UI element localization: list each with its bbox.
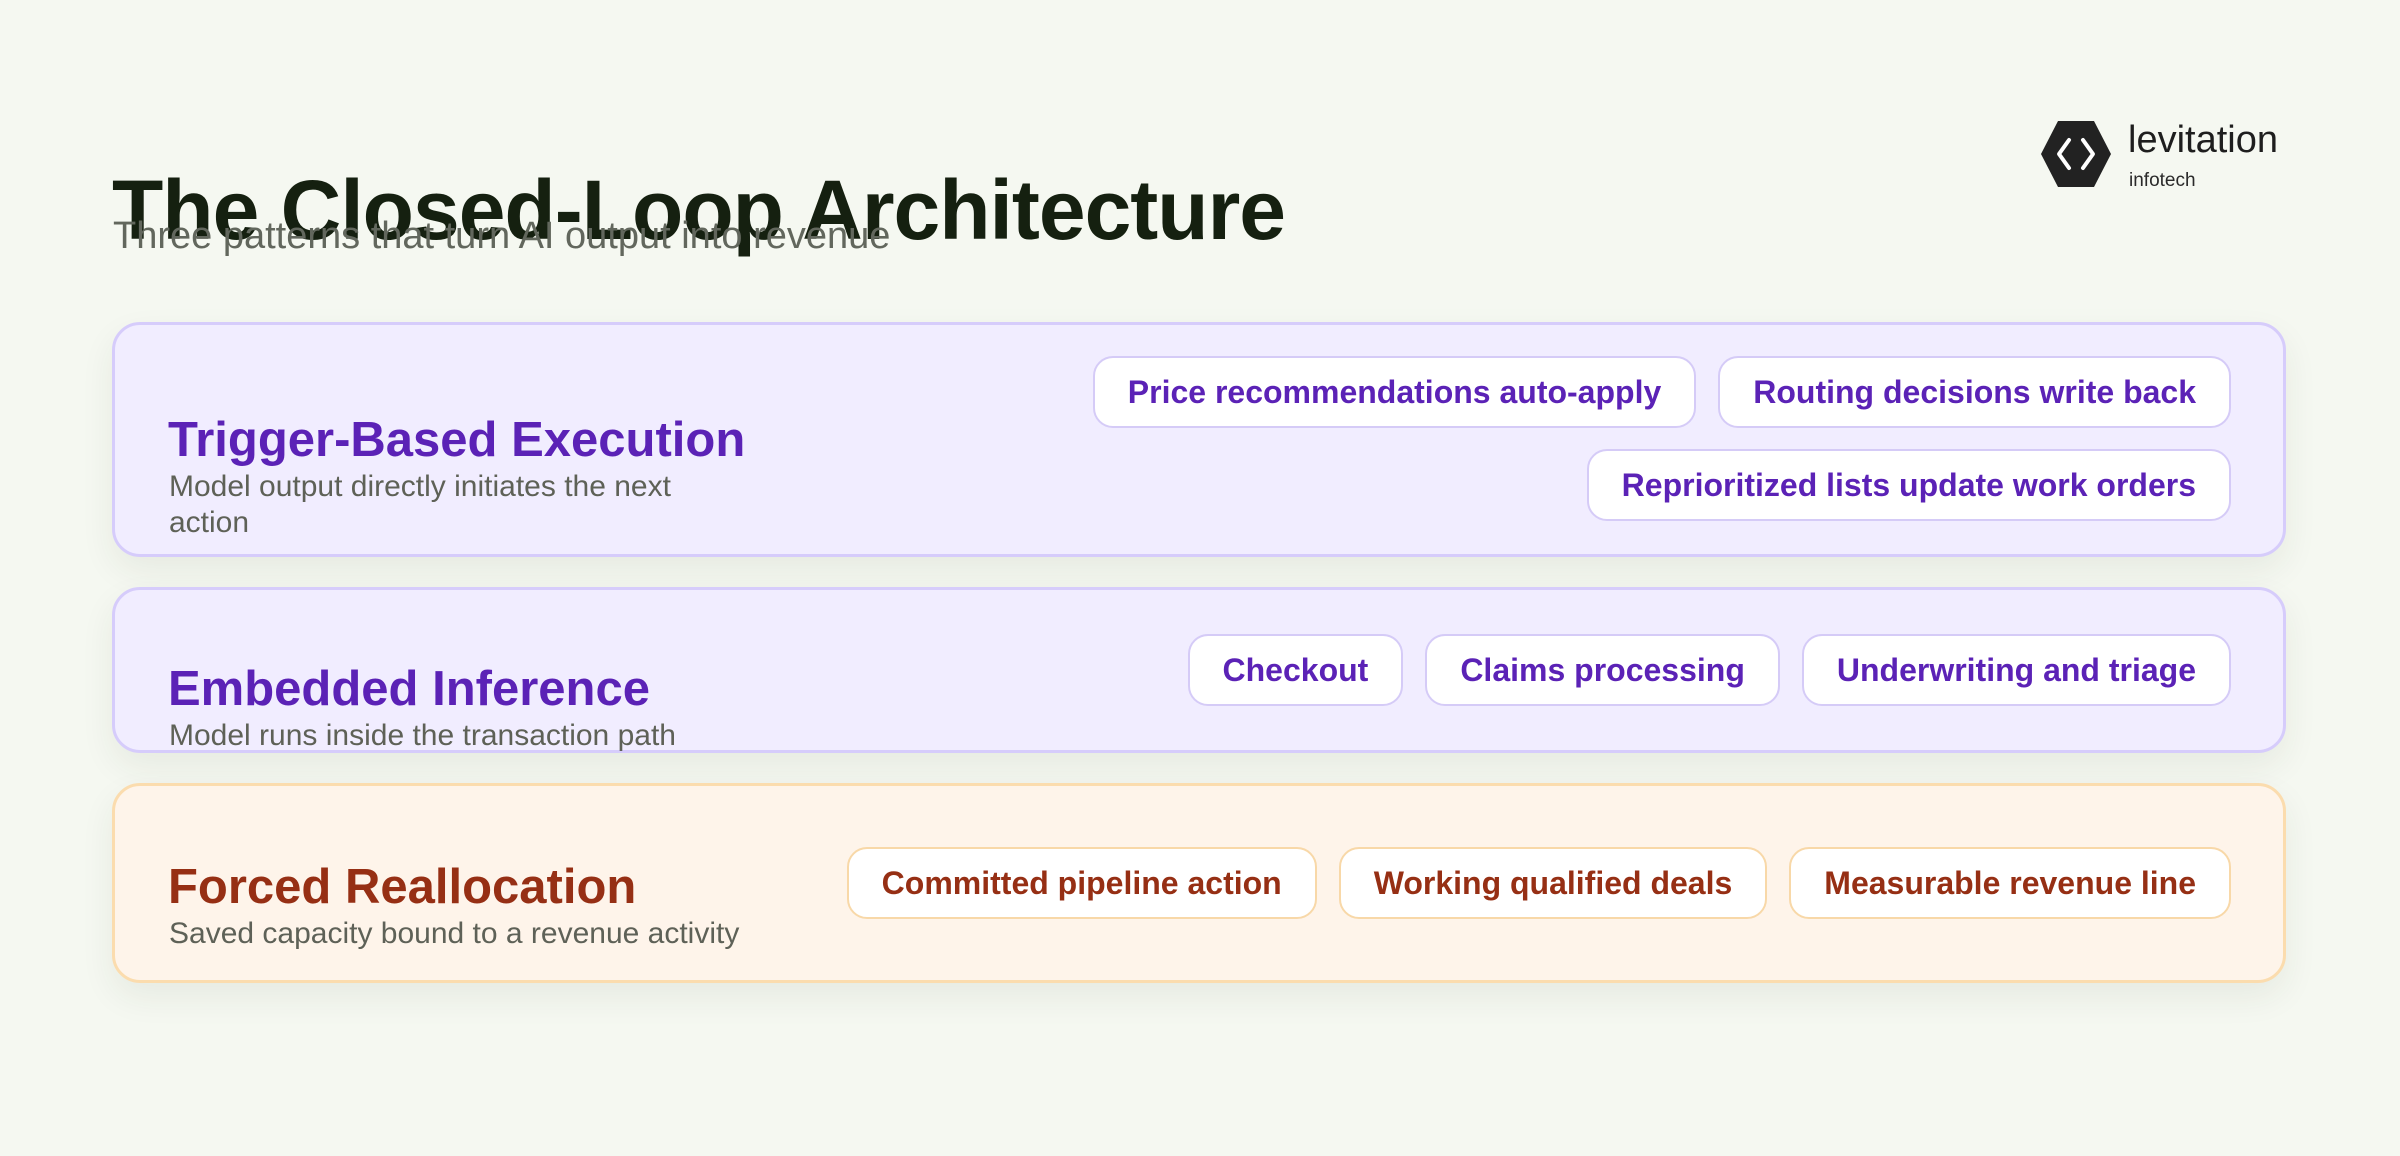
brand-logo: levitation infotech [2040,118,2300,198]
tag-row: Reprioritized lists update work orders [1586,449,2231,521]
pattern-tag: Claims processing [1425,634,1780,706]
pattern-tag: Committed pipeline action [846,847,1317,919]
brand-tagline: infotech [2129,170,2196,191]
pattern-card-trigger-based-execution: Trigger-Based Execution Model output dir… [112,322,2286,557]
pattern-tag: Routing decisions write back [1718,356,2231,428]
pattern-tag: Working qualified deals [1338,847,1768,919]
pattern-description: Model runs inside the transaction path [169,719,676,752]
tag-row: Committed pipeline action Working qualif… [846,847,2231,919]
pattern-title: Forced Reallocation [168,859,637,914]
pattern-tag: Underwriting and triage [1801,634,2231,706]
pattern-tag: Checkout [1187,634,1404,706]
pattern-tags: Committed pipeline action Working qualif… [846,847,2231,919]
pattern-card-forced-reallocation: Forced Reallocation Saved capacity bound… [112,783,2286,983]
pattern-tags: Price recommendations auto-apply Routing… [1092,356,2231,521]
hexagon-code-brackets-icon [2041,121,2111,187]
pattern-card-embedded-inference: Embedded Inference Model runs inside the… [112,587,2286,753]
pattern-description: Model output directly initiates the next… [169,470,671,539]
pattern-title: Trigger-Based Execution [168,412,746,467]
pattern-tag: Measurable revenue line [1789,847,2231,919]
pattern-tags: Checkout Claims processing Underwriting … [1187,634,2231,706]
tag-row: Price recommendations auto-apply Routing… [1092,356,2231,428]
pattern-tag: Price recommendations auto-apply [1092,356,1697,428]
tag-row: Checkout Claims processing Underwriting … [1187,634,2231,706]
page-subtitle: Three patterns that turn AI output into … [113,215,891,257]
brand-name: levitation [2128,119,2278,161]
pattern-description: Saved capacity bound to a revenue activi… [169,917,740,950]
pattern-tag: Reprioritized lists update work orders [1586,449,2231,521]
pattern-title: Embedded Inference [168,661,650,716]
